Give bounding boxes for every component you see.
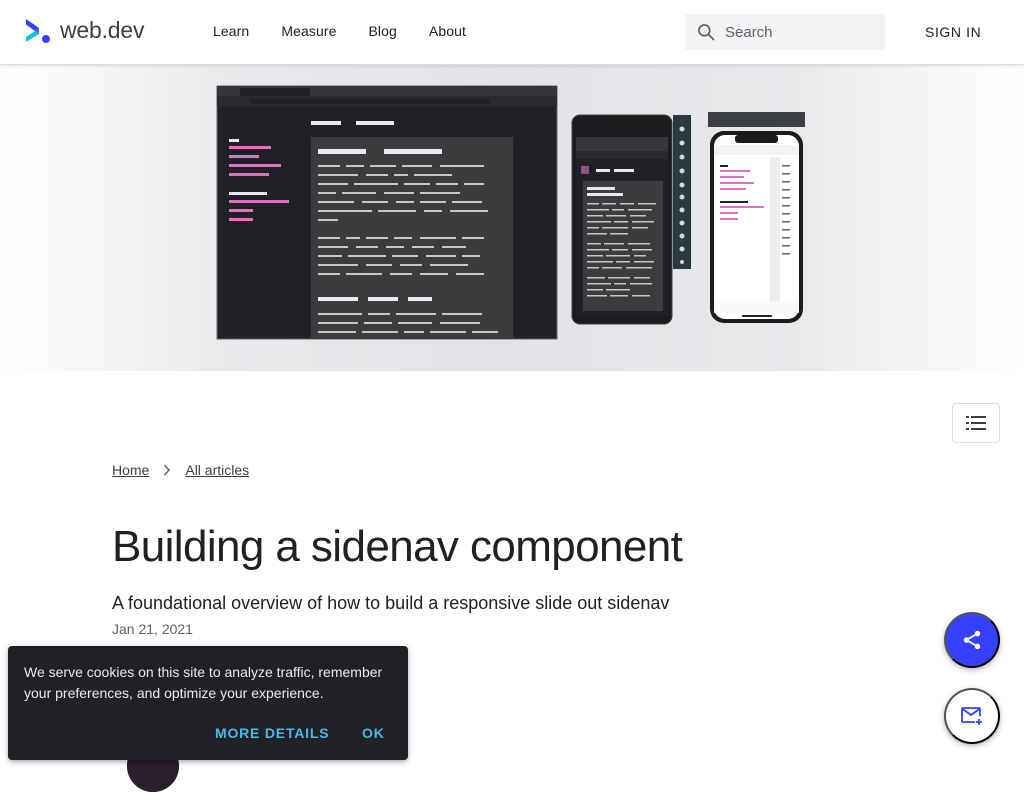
breadcrumb-all-articles[interactable]: All articles [185, 462, 249, 478]
web-dev-logo-icon [26, 18, 50, 43]
main-nav: Learn Measure Blog About [213, 23, 498, 39]
chevron-right-icon [163, 464, 171, 476]
logo-text: web.dev [60, 17, 145, 43]
nav-about[interactable]: About [429, 23, 466, 39]
subscribe-button[interactable] [944, 688, 1000, 744]
share-icon [963, 630, 981, 650]
more-details-button[interactable]: MORE DETAILS [215, 725, 329, 741]
search-input[interactable] [725, 23, 875, 41]
share-button[interactable] [944, 612, 1000, 668]
breadcrumb: Home All articles [112, 462, 249, 478]
cookie-banner: We serve cookies on this site to analyze… [8, 646, 408, 760]
site-header: web.dev Learn Measure Blog About SIGN IN [0, 0, 1024, 65]
list-icon [966, 416, 986, 430]
nav-learn[interactable]: Learn [213, 23, 249, 39]
hero-banner [0, 65, 1024, 371]
nav-blog[interactable]: Blog [368, 23, 396, 39]
page-subtitle: A foundational overview of how to build … [112, 593, 670, 613]
nav-measure[interactable]: Measure [281, 23, 336, 39]
logo-link[interactable]: web.dev [24, 17, 144, 44]
ok-button[interactable]: OK [362, 725, 385, 741]
cookie-message: We serve cookies on this site to analyze… [24, 664, 383, 701]
table-of-contents-button[interactable] [952, 403, 1000, 443]
search-box[interactable] [685, 14, 885, 50]
sign-in-button[interactable]: SIGN IN [925, 24, 981, 40]
breadcrumb-home[interactable]: Home [112, 462, 149, 478]
page-title: Building a sidenav component [112, 522, 683, 571]
hero-illustration [216, 85, 805, 340]
mail-add-icon [961, 707, 982, 725]
search-icon [696, 22, 716, 42]
publish-date: Jan 21, 2021 [112, 621, 193, 637]
